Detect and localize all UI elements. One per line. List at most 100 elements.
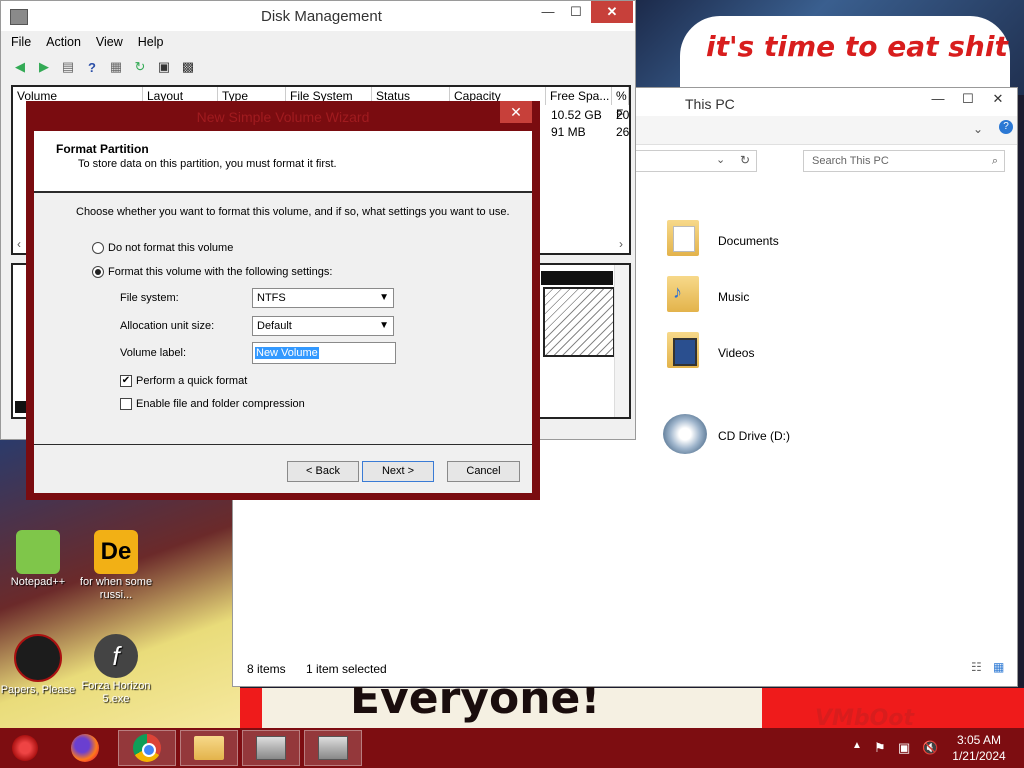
desktop-icon-papers-please[interactable]: Papers, Please <box>0 634 76 697</box>
maximize-icon[interactable]: ☐ <box>953 88 983 110</box>
back-arrow-icon[interactable]: ◀ <box>11 59 29 75</box>
new-simple-volume-wizard: New Simple Volume Wizard ✕ Format Partit… <box>26 101 540 500</box>
row-free-space: 91 MB <box>551 125 586 139</box>
desktop-icon-label: Forza Horizon 5.exe <box>81 680 151 705</box>
chevron-down-icon[interactable]: ⌄ <box>716 153 725 166</box>
item-music[interactable]: Music <box>718 290 749 304</box>
desktop-icon-forza[interactable]: f Forza Horizon 5.exe <box>78 634 154 706</box>
wallpaper-top-text: it's time to eat shit <box>706 30 1008 63</box>
quick-format-label[interactable]: Perform a quick format <box>136 375 247 387</box>
minimize-icon[interactable]: — <box>923 88 953 110</box>
papers-please-icon <box>14 634 62 682</box>
search-input[interactable]: Search This PC ⌕ <box>803 150 1005 172</box>
taskbar: ▲ ⚑ ▣ 🔇 3:05 AM 1/21/2024 <box>0 728 1024 768</box>
menu-action[interactable]: Action <box>46 35 81 49</box>
volume-muted-icon[interactable]: 🔇 <box>922 740 938 756</box>
show-hide-tree-icon[interactable]: ▤ <box>59 59 77 75</box>
menu-help[interactable]: Help <box>138 35 164 49</box>
clock-date: 1/21/2024 <box>952 749 1006 763</box>
search-icon[interactable]: ⌕ <box>992 151 998 171</box>
dm-toolbar: ◀ ▶ ▤ ? ▦ ↻ ▣ ▩ <box>1 53 635 81</box>
radio-no-format[interactable] <box>92 242 104 254</box>
close-icon[interactable]: ✕ <box>983 88 1013 110</box>
item-documents[interactable]: Documents <box>718 234 779 248</box>
volume-label-label: Volume label: <box>120 347 187 359</box>
wizard-titlebar: New Simple Volume Wizard ✕ <box>26 101 540 131</box>
row-free-space: 10.52 GB <box>551 108 602 122</box>
dm-title: Disk Management <box>261 8 382 25</box>
chrome-icon <box>133 734 161 762</box>
scroll-left-icon[interactable]: ‹ <box>17 237 21 251</box>
compression-checkbox[interactable] <box>120 398 132 410</box>
disk-management-icon <box>318 736 348 760</box>
taskbar-firefox[interactable] <box>56 730 114 766</box>
item-videos[interactable]: Videos <box>718 346 754 360</box>
close-icon[interactable]: ✕ <box>500 101 532 123</box>
compression-label[interactable]: Enable file and folder compression <box>136 398 305 410</box>
menu-view[interactable]: View <box>96 35 123 49</box>
cancel-button[interactable]: Cancel <box>447 461 520 482</box>
col-free-space[interactable]: Free Spa... <box>546 87 612 105</box>
properties-icon[interactable]: ▣ <box>155 59 173 75</box>
taskbar-chrome[interactable] <box>118 730 176 766</box>
allocation-unit-value: Default <box>257 320 292 332</box>
list-view-icon[interactable]: ▦ <box>107 59 125 75</box>
notepadpp-icon <box>16 530 60 574</box>
back-button[interactable]: < Back <box>287 461 359 482</box>
item-cd-drive[interactable]: CD Drive (D:) <box>718 429 790 443</box>
taskbar-file-explorer[interactable] <box>180 730 238 766</box>
show-hidden-icons-icon[interactable]: ▲ <box>852 740 862 751</box>
taskbar-disk-management[interactable] <box>242 730 300 766</box>
file-explorer-icon <box>194 736 224 760</box>
network-icon[interactable]: ▣ <box>898 740 910 756</box>
menu-file[interactable]: File <box>11 35 31 49</box>
radio-format[interactable] <box>92 266 104 278</box>
radio-format-label[interactable]: Format this volume with the following se… <box>108 266 332 278</box>
help-icon[interactable]: ? <box>999 120 1013 134</box>
chevron-down-icon[interactable]: ⌄ <box>973 122 983 136</box>
next-button[interactable]: Next > <box>362 461 434 482</box>
music-folder-icon: ♪ <box>667 276 699 312</box>
settings-icon[interactable]: ▩ <box>179 59 197 75</box>
dm-menubar: File Action View Help <box>1 31 635 53</box>
file-system-select[interactable]: NTFS ▼ <box>252 288 394 308</box>
taskbar-clock[interactable]: 3:05 AM 1/21/2024 <box>944 732 1014 764</box>
maximize-icon[interactable]: ☐ <box>559 1 593 23</box>
videos-folder-icon <box>667 332 699 368</box>
disk-management-icon <box>256 736 286 760</box>
details-view-icon[interactable]: ☷ <box>971 660 982 674</box>
start-button[interactable] <box>0 730 50 766</box>
search-placeholder: Search This PC <box>812 155 889 167</box>
refresh-icon[interactable]: ↻ <box>740 153 750 167</box>
scroll-right-icon[interactable]: › <box>619 237 623 251</box>
vertical-scrollbar[interactable] <box>614 265 629 417</box>
flash-icon: f <box>94 634 138 678</box>
file-system-label: File system: <box>120 292 179 304</box>
help-icon[interactable]: ? <box>83 59 101 75</box>
desktop-icon-notepadpp[interactable]: Notepad++ <box>0 530 76 589</box>
unallocated-partition[interactable] <box>543 287 615 357</box>
wizard-subheading: To store data on this partition, you mus… <box>78 158 337 170</box>
wizard-title: New Simple Volume Wizard <box>196 109 370 125</box>
close-icon[interactable]: ✕ <box>591 1 633 23</box>
tiles-view-icon[interactable]: ▦ <box>993 660 1004 674</box>
start-orb-icon <box>12 735 38 761</box>
col-percent-free[interactable]: % F <box>612 87 629 121</box>
chevron-down-icon: ▼ <box>379 320 389 331</box>
explorer-statusbar: 8 items 1 item selected ☷ ▦ <box>233 658 1017 686</box>
status-selected: 1 item selected <box>306 662 387 676</box>
allocation-unit-select[interactable]: Default ▼ <box>252 316 394 336</box>
quick-format-checkbox[interactable]: ✔ <box>120 375 132 387</box>
desktop-icon-russian[interactable]: De for when some russi... <box>78 530 154 602</box>
wizard-separator <box>34 444 532 445</box>
dm-titlebar: Disk Management — ☐ ✕ <box>1 1 635 31</box>
volume-label-input[interactable]: New Volume <box>252 342 396 364</box>
forward-arrow-icon[interactable]: ▶ <box>35 59 53 75</box>
refresh-icon[interactable]: ↻ <box>131 59 149 75</box>
explorer-title: This PC <box>685 96 735 112</box>
radio-no-format-label[interactable]: Do not format this volume <box>108 242 233 254</box>
taskbar-disk-management-2[interactable] <box>304 730 362 766</box>
wizard-intro: Choose whether you want to format this v… <box>76 206 510 218</box>
action-center-flag-icon[interactable]: ⚑ <box>874 740 886 756</box>
wizard-heading: Format Partition <box>56 142 149 156</box>
